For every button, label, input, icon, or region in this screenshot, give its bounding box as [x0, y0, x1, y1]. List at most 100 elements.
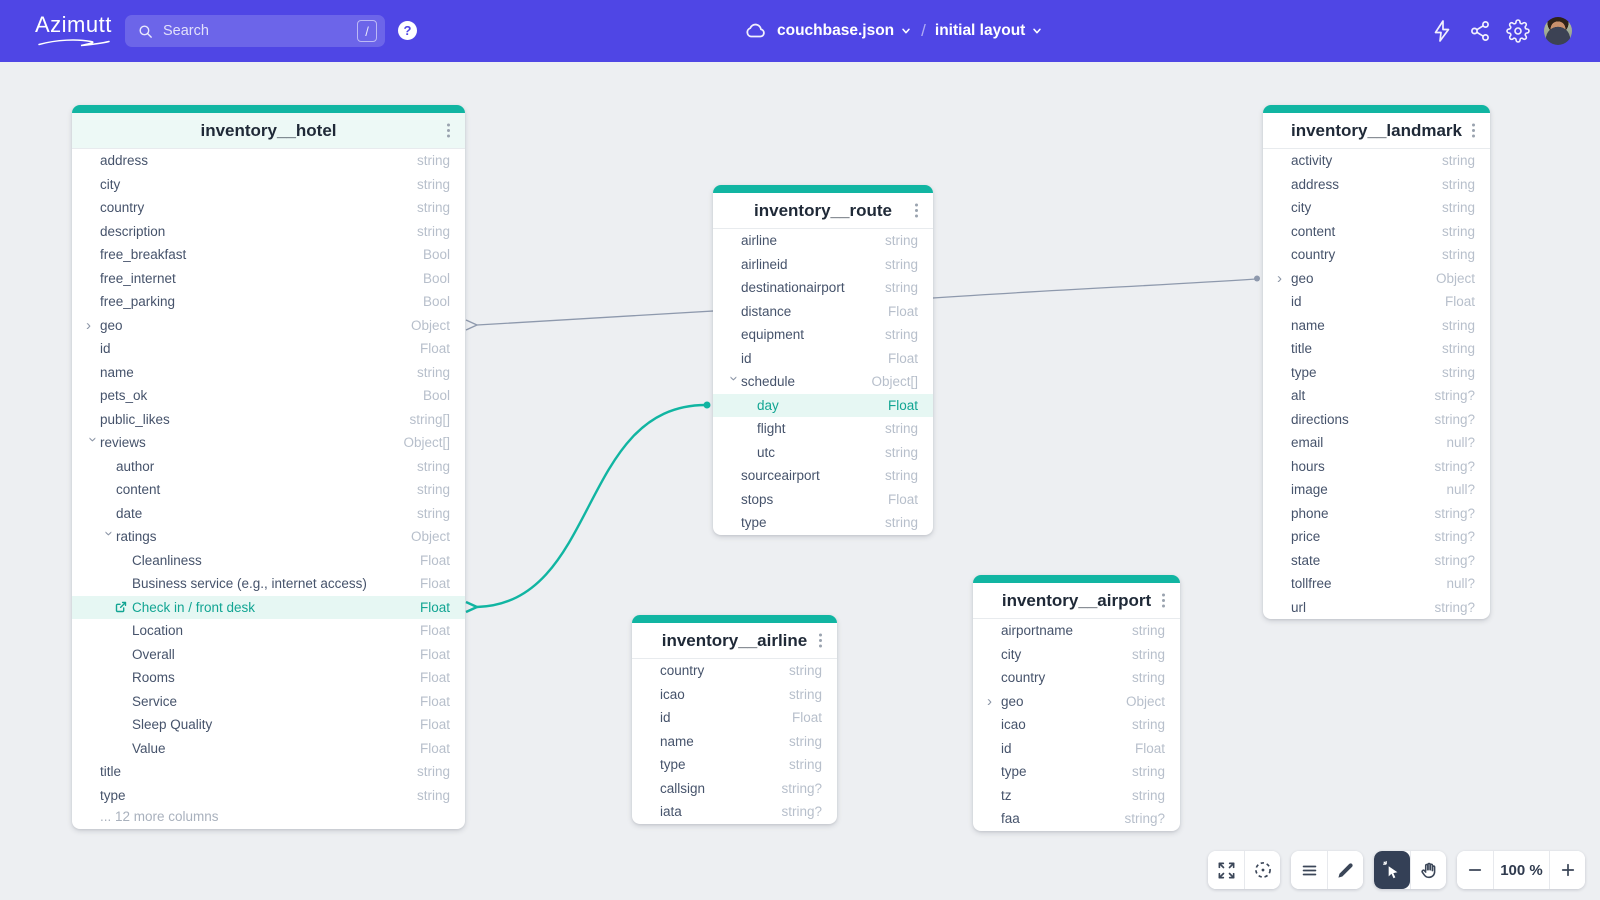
column-row[interactable]: stops Float	[713, 488, 933, 512]
diagram-canvas[interactable]: inventory__hotel address string city str…	[0, 62, 1600, 900]
column-row[interactable]: tz string	[973, 784, 1180, 808]
column-row[interactable]: Check in / front desk Float	[72, 596, 465, 620]
column-row[interactable]: Value Float	[72, 737, 465, 761]
column-row[interactable]: alt string?	[1263, 384, 1490, 408]
kebab-menu-icon[interactable]	[1465, 123, 1481, 139]
column-row[interactable]: airline string	[713, 229, 933, 253]
column-row[interactable]: address string	[72, 149, 465, 173]
column-row[interactable]: email null?	[1263, 431, 1490, 455]
column-row[interactable]: url string?	[1263, 596, 1490, 620]
column-row[interactable]: country string	[72, 196, 465, 220]
chevron-icon[interactable]: ›	[987, 694, 1001, 709]
table-card[interactable]: inventory__route airline string airlinei…	[713, 185, 933, 535]
column-row[interactable]: Service Float	[72, 690, 465, 714]
column-row[interactable]: id Float	[72, 337, 465, 361]
chevron-icon[interactable]: ›	[727, 376, 742, 390]
table-header[interactable]: inventory__route	[713, 193, 933, 229]
column-row[interactable]: city string	[1263, 196, 1490, 220]
kebab-menu-icon[interactable]	[908, 203, 924, 219]
column-row[interactable]: price string?	[1263, 525, 1490, 549]
project-selector[interactable]: couchbase.json	[777, 22, 912, 40]
fullscreen-button[interactable]	[1208, 851, 1244, 889]
chevron-icon[interactable]: ›	[1277, 271, 1291, 286]
column-row[interactable]: icao string	[973, 713, 1180, 737]
column-row[interactable]: pets_ok Bool	[72, 384, 465, 408]
table-header[interactable]: inventory__airport	[973, 583, 1180, 619]
table-card[interactable]: inventory__landmark activity string addr…	[1263, 105, 1490, 619]
kebab-menu-icon[interactable]	[440, 123, 456, 139]
pan-tool-button[interactable]	[1410, 851, 1446, 889]
column-row[interactable]: free_parking Bool	[72, 290, 465, 314]
column-row[interactable]: day Float	[713, 394, 933, 418]
column-row[interactable]: id Float	[973, 737, 1180, 761]
zoom-level[interactable]: 100 %	[1493, 851, 1549, 889]
column-row[interactable]: free_internet Bool	[72, 267, 465, 291]
column-row[interactable]: city string	[973, 643, 1180, 667]
column-row[interactable]: free_breakfast Bool	[72, 243, 465, 267]
select-tool-button[interactable]	[1374, 851, 1410, 889]
relation-hotel-checkin-route-day-selected[interactable]	[466, 402, 711, 613]
column-row[interactable]: country string	[973, 666, 1180, 690]
column-row[interactable]: airlineid string	[713, 253, 933, 277]
column-row[interactable]: equipment string	[713, 323, 933, 347]
column-row[interactable]: › schedule Object[]	[713, 370, 933, 394]
help-icon[interactable]: ?	[398, 21, 417, 40]
column-row[interactable]: › reviews Object[]	[72, 431, 465, 455]
table-card[interactable]: inventory__airport airportname string ci…	[973, 575, 1180, 831]
column-row[interactable]: content string	[1263, 220, 1490, 244]
gear-icon[interactable]	[1506, 19, 1530, 43]
column-row[interactable]: Location Float	[72, 619, 465, 643]
column-row[interactable]: type string	[973, 760, 1180, 784]
edit-button[interactable]	[1327, 851, 1363, 889]
column-row[interactable]: type string	[72, 784, 465, 808]
column-row[interactable]: image null?	[1263, 478, 1490, 502]
share-icon[interactable]	[1468, 19, 1492, 43]
table-header[interactable]: inventory__airline	[632, 623, 837, 659]
column-row[interactable]: state string?	[1263, 549, 1490, 573]
column-row[interactable]: type string	[1263, 361, 1490, 385]
table-card[interactable]: inventory__airline country string icao s…	[632, 615, 837, 824]
column-row[interactable]: › ratings Object	[72, 525, 465, 549]
column-row[interactable]: directions string?	[1263, 408, 1490, 432]
fit-to-screen-button[interactable]	[1244, 851, 1280, 889]
lightning-icon[interactable]	[1430, 19, 1454, 43]
column-row[interactable]: country string	[632, 659, 837, 683]
table-footer[interactable]: ... 12 more columns	[72, 807, 465, 829]
layout-selector[interactable]: initial layout	[935, 22, 1043, 40]
column-row[interactable]: description string	[72, 220, 465, 244]
column-row[interactable]: distance Float	[713, 300, 933, 324]
column-row[interactable]: country string	[1263, 243, 1490, 267]
column-row[interactable]: Business service (e.g., internet access)…	[72, 572, 465, 596]
column-row[interactable]: author string	[72, 455, 465, 479]
column-row[interactable]: callsign string?	[632, 777, 837, 801]
column-row[interactable]: tollfree null?	[1263, 572, 1490, 596]
column-row[interactable]: address string	[1263, 173, 1490, 197]
column-row[interactable]: type string	[713, 511, 933, 535]
column-row[interactable]: city string	[72, 173, 465, 197]
column-row[interactable]: id Float	[632, 706, 837, 730]
column-row[interactable]: activity string	[1263, 149, 1490, 173]
azimutt-logo[interactable]: Azimutt	[35, 12, 112, 38]
column-row[interactable]: Cleanliness Float	[72, 549, 465, 573]
chevron-icon[interactable]: ›	[102, 531, 117, 545]
column-row[interactable]: content string	[72, 478, 465, 502]
table-header[interactable]: inventory__landmark	[1263, 113, 1490, 149]
column-row[interactable]: id Float	[713, 347, 933, 371]
zoom-out-button[interactable]	[1457, 851, 1493, 889]
column-row[interactable]: type string	[632, 753, 837, 777]
table-card[interactable]: inventory__hotel address string city str…	[72, 105, 465, 829]
column-row[interactable]: icao string	[632, 683, 837, 707]
column-row[interactable]: destinationairport string	[713, 276, 933, 300]
column-row[interactable]: › geo Object	[72, 314, 465, 338]
column-row[interactable]: Sleep Quality Float	[72, 713, 465, 737]
column-row[interactable]: hours string?	[1263, 455, 1490, 479]
chevron-icon[interactable]: ›	[86, 437, 101, 451]
kebab-menu-icon[interactable]	[1155, 593, 1171, 609]
table-list-button[interactable]	[1291, 851, 1327, 889]
chevron-icon[interactable]: ›	[86, 318, 100, 333]
column-row[interactable]: title string	[1263, 337, 1490, 361]
column-row[interactable]: public_likes string[]	[72, 408, 465, 432]
kebab-menu-icon[interactable]	[812, 633, 828, 649]
table-header[interactable]: inventory__hotel	[72, 113, 465, 149]
column-row[interactable]: Rooms Float	[72, 666, 465, 690]
